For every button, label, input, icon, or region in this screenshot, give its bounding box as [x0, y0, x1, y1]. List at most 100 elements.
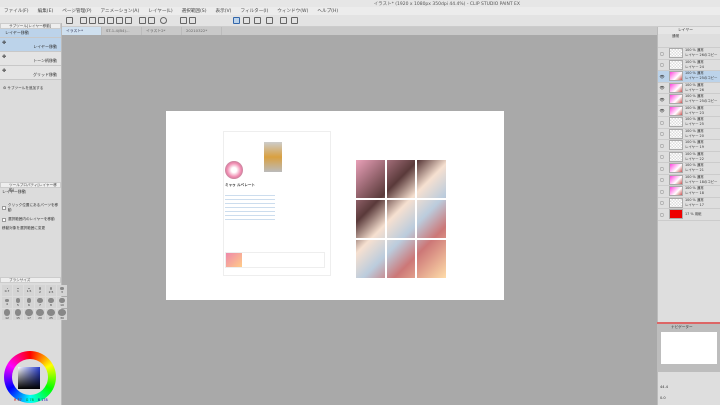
navigator-zoom[interactable]: 44.4: [660, 385, 668, 389]
open-icon[interactable]: [89, 17, 96, 24]
menu-file[interactable]: ファイル(F): [4, 8, 29, 14]
ruler-icon[interactable]: [266, 17, 273, 24]
layer-row[interactable]: 👁 100 % 通常 レイヤー 25のコピー: [658, 71, 720, 83]
hidden-icon[interactable]: ▢: [658, 154, 666, 159]
transform-icon[interactable]: [189, 17, 196, 24]
snap-ruler-icon[interactable]: [233, 17, 240, 24]
snap-grid-icon[interactable]: [254, 17, 261, 24]
redo-icon[interactable]: [148, 17, 155, 24]
brush-size-preset[interactable]: 3: [57, 285, 67, 296]
option-change-target[interactable]: 移動対象を選択範囲に変更: [0, 224, 61, 233]
hidden-icon[interactable]: ▢: [658, 177, 666, 182]
menu-layer[interactable]: レイヤー(L): [148, 8, 172, 14]
print-icon[interactable]: [116, 17, 123, 24]
brush-size-preset[interactable]: 5: [13, 297, 23, 308]
tab-20210322[interactable]: 20210322*: [182, 27, 222, 35]
menu-filter[interactable]: フィルター(I): [240, 8, 268, 14]
brush-size-label: 4: [6, 302, 8, 307]
save-icon[interactable]: [98, 17, 105, 24]
hidden-icon[interactable]: ▢: [658, 143, 666, 148]
navigator-angle[interactable]: 0.0: [660, 396, 666, 400]
brush-size-preset[interactable]: 2.5: [46, 285, 56, 296]
toolprop-panel-title[interactable]: ツールプロパティ[レイヤー移動]: [0, 182, 61, 192]
subtool-grid-move[interactable]: ✥ グリッド移動: [0, 66, 61, 80]
brush-size-preset[interactable]: 15: [13, 309, 23, 320]
menu-edit[interactable]: 編集(E): [38, 8, 54, 14]
brush-size-preset[interactable]: 1: [13, 285, 23, 296]
undo-icon[interactable]: [139, 17, 146, 24]
device-icon[interactable]: [280, 17, 287, 24]
menu-view[interactable]: 表示(V): [216, 8, 232, 14]
layer-row[interactable]: 👁 100 % 通常 レイヤー 25のコピー: [658, 94, 720, 106]
layer-row[interactable]: ▢ 100 % 通常 レイヤー 20: [658, 128, 720, 140]
layer-name: レイヤー 24: [685, 64, 704, 69]
hidden-icon[interactable]: ▢: [658, 166, 666, 171]
menu-animation[interactable]: アニメーション(A): [101, 8, 140, 14]
layer-row[interactable]: 👁 100 % 通常 レイヤー 23: [658, 105, 720, 117]
brush-size-preset[interactable]: 12: [2, 309, 12, 320]
brush-size-preset[interactable]: 6: [24, 297, 34, 308]
brush-size-preset[interactable]: 17: [24, 309, 34, 320]
hidden-icon[interactable]: ▢: [658, 131, 666, 136]
hidden-icon[interactable]: ▢: [658, 120, 666, 125]
fill-icon[interactable]: [180, 17, 187, 24]
layer-row[interactable]: ▢ 100 % 通常 レイヤー 25: [658, 117, 720, 129]
navigator-preview[interactable]: [661, 332, 717, 364]
layer-row[interactable]: 👁 100 % 通常 レイヤー 26: [658, 82, 720, 94]
new-file-icon[interactable]: [80, 17, 87, 24]
layer-row[interactable]: ▢ 100 % 通常 レイヤー 21: [658, 163, 720, 175]
hidden-icon[interactable]: ▢: [658, 212, 666, 217]
brush-size-preset[interactable]: 10: [57, 297, 67, 308]
navigator-title[interactable]: ナビゲーター: [657, 325, 693, 329]
eye-icon[interactable]: 👁: [658, 85, 666, 90]
color-saturation-square[interactable]: [18, 367, 40, 389]
hidden-icon[interactable]: ▢: [658, 189, 666, 194]
tab-st[interactable]: ST-1-4(B4)...: [102, 27, 142, 35]
brush-size-preset[interactable]: 0.7: [2, 285, 12, 296]
layer-row[interactable]: ▢ 100 % 通常 レイヤー 22: [658, 151, 720, 163]
hidden-icon[interactable]: ▢: [658, 200, 666, 205]
eye-icon[interactable]: 👁: [658, 108, 666, 113]
tab-illust2[interactable]: イラスト2*: [142, 27, 182, 35]
snap-special-ruler-icon[interactable]: [243, 17, 250, 24]
layer-row[interactable]: ▢ 100 % 通常 レイヤー 18のコピー: [658, 174, 720, 186]
brush-size-preset[interactable]: 2: [35, 285, 45, 296]
menu-selection[interactable]: 選択範囲(S): [182, 8, 207, 14]
clear-icon[interactable]: [160, 17, 167, 24]
layer-row[interactable]: ▢ 100 % 通常 レイヤー 19: [658, 140, 720, 152]
brush-size-preset[interactable]: 25: [46, 309, 56, 320]
canvas[interactable]: ミャゥ ルベレート: [166, 111, 504, 300]
layer-row[interactable]: ▢ 100 % 通常 レイヤー 17: [658, 197, 720, 209]
menu-help[interactable]: ヘルプ(H): [317, 8, 338, 14]
layer-panel-title[interactable]: レイヤー: [658, 27, 720, 34]
option-selection-layers[interactable]: 選択範囲内のレイヤーを移動: [0, 215, 61, 224]
add-subtool-button[interactable]: ⚙ サブツールを追加する: [0, 80, 61, 97]
brush-size-preset[interactable]: 20: [35, 309, 45, 320]
layer-row[interactable]: ▢ 100 % 通常 レイヤー 24: [658, 59, 720, 71]
option-click-parts[interactable]: クリック位置にあるパーツを移動: [0, 201, 61, 215]
brush-size-preset[interactable]: 4: [2, 297, 12, 308]
layer-row[interactable]: ▢ 100 % 通常 レイヤー 26のコピー: [658, 48, 720, 60]
layer-row[interactable]: ▢ 17 % 用紙: [658, 209, 720, 221]
eye-icon[interactable]: 👁: [658, 97, 666, 102]
settings-icon[interactable]: [125, 17, 132, 24]
tab-illust[interactable]: イラスト*: [62, 27, 102, 35]
hidden-icon[interactable]: ▢: [658, 62, 666, 67]
subtool-tone-move[interactable]: ✥ トーン柄移動: [0, 52, 61, 66]
brush-size-preset[interactable]: 7: [35, 297, 45, 308]
layer-row[interactable]: ▢ 100 % 通常 レイヤー 18: [658, 186, 720, 198]
blend-mode-select[interactable]: 通常: [658, 34, 720, 41]
menu-page[interactable]: ページ管理(P): [62, 8, 91, 14]
brush-size-label: 8: [50, 303, 52, 308]
menu-window[interactable]: ウィンドウ(W): [277, 8, 308, 14]
brush-size-preset[interactable]: 1.5: [24, 285, 34, 296]
window-icon[interactable]: [291, 17, 298, 24]
eye-icon[interactable]: 👁: [658, 74, 666, 79]
clip-studio-icon[interactable]: [66, 17, 73, 24]
subtool-group[interactable]: レイヤー移動: [0, 29, 61, 38]
hidden-icon[interactable]: ▢: [658, 51, 666, 56]
brush-size-preset[interactable]: 30: [57, 309, 67, 320]
subtool-layer-move[interactable]: ✥ レイヤー移動: [0, 38, 61, 52]
brush-size-preset[interactable]: 8: [46, 297, 56, 308]
export-icon[interactable]: [107, 17, 114, 24]
